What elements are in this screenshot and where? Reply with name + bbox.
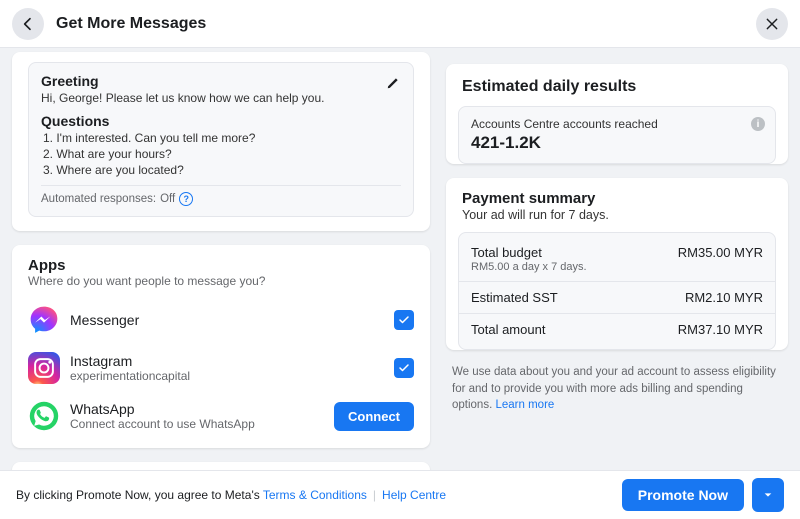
instagram-icon <box>28 352 60 384</box>
greeting-card: Greeting Hi, George! Please let us know … <box>12 52 430 231</box>
promote-now-button[interactable]: Promote Now <box>622 479 744 511</box>
payment-card: Payment summary Your ad will run for 7 d… <box>446 178 788 350</box>
disclaimer-learn-more-link[interactable]: Learn more <box>495 399 554 411</box>
help-centre-link[interactable]: Help Centre <box>382 488 446 502</box>
estimate-card: Estimated daily results i Accounts Centr… <box>446 64 788 164</box>
question-1: 1. I'm interested. Can you tell me more? <box>43 131 401 145</box>
instagram-checkbox[interactable] <box>394 358 414 378</box>
apps-subtitle: Where do you want people to message you? <box>12 274 430 296</box>
total-value: RM37.10 MYR <box>678 322 763 337</box>
sst-label: Estimated SST <box>471 290 558 305</box>
reach-value: 421-1.2K <box>471 133 763 153</box>
app-row-messenger: Messenger <box>12 296 430 344</box>
app-row-instagram: Instagram experimentationcapital <box>12 344 430 392</box>
check-icon <box>398 314 410 326</box>
info-icon[interactable]: i <box>751 117 765 131</box>
whatsapp-sub: Connect account to use WhatsApp <box>70 417 324 431</box>
auto-responses-label: Automated responses: <box>41 193 156 205</box>
payment-sub: Your ad will run for 7 days. <box>462 208 772 222</box>
auto-responses-value: Off <box>160 193 175 205</box>
terms-link[interactable]: Terms & Conditions <box>263 488 367 502</box>
sst-value: RM2.10 MYR <box>685 290 763 305</box>
instagram-name: Instagram <box>70 353 384 369</box>
greeting-box: Greeting Hi, George! Please let us know … <box>28 62 414 217</box>
footer-prefix: By clicking Promote Now, you agree to Me… <box>16 488 263 502</box>
question-3: 3. Where are you located? <box>43 163 401 177</box>
total-label: Total amount <box>471 322 545 337</box>
help-icon[interactable]: ? <box>179 192 193 206</box>
greeting-text: Hi, George! Please let us know how we ca… <box>41 91 401 105</box>
budget-sub: RM5.00 a day x 7 days. <box>471 261 587 273</box>
payment-title: Payment summary <box>462 190 772 207</box>
whatsapp-name: WhatsApp <box>70 401 324 417</box>
apps-title: Apps <box>12 245 430 274</box>
messenger-checkbox[interactable] <box>394 310 414 330</box>
apps-card: Apps Where do you want people to message… <box>12 245 430 448</box>
caret-down-icon <box>763 490 773 500</box>
arrow-left-icon <box>20 16 36 32</box>
edit-greeting-button[interactable] <box>381 71 405 95</box>
modal-header: Get More Messages <box>0 0 800 48</box>
reach-label: Accounts Centre accounts reached <box>471 117 763 131</box>
messenger-name: Messenger <box>70 312 384 328</box>
budget-label: Total budget <box>471 245 587 260</box>
disclaimer-text: We use data about you and your ad accoun… <box>446 364 788 414</box>
special-category-card: Special ad category Learn more Ads about… <box>12 462 430 470</box>
messenger-icon <box>28 304 60 336</box>
back-button[interactable] <box>12 8 44 40</box>
estimate-title: Estimated daily results <box>446 64 788 106</box>
page-title: Get More Messages <box>56 15 756 33</box>
footer-bar: By clicking Promote Now, you agree to Me… <box>0 470 800 519</box>
app-row-whatsapp: WhatsApp Connect account to use WhatsApp… <box>12 392 430 440</box>
instagram-handle: experimentationcapital <box>70 369 384 383</box>
greeting-heading: Greeting <box>41 73 401 89</box>
whatsapp-icon <box>28 400 60 432</box>
check-icon <box>398 362 410 374</box>
promote-dropdown-button[interactable] <box>752 478 784 512</box>
question-2: 2. What are your hours? <box>43 147 401 161</box>
pencil-icon <box>386 76 400 90</box>
budget-value: RM35.00 MYR <box>678 245 763 273</box>
close-icon <box>765 17 779 31</box>
whatsapp-connect-button[interactable]: Connect <box>334 402 414 431</box>
close-button[interactable] <box>756 8 788 40</box>
questions-heading: Questions <box>41 113 401 129</box>
